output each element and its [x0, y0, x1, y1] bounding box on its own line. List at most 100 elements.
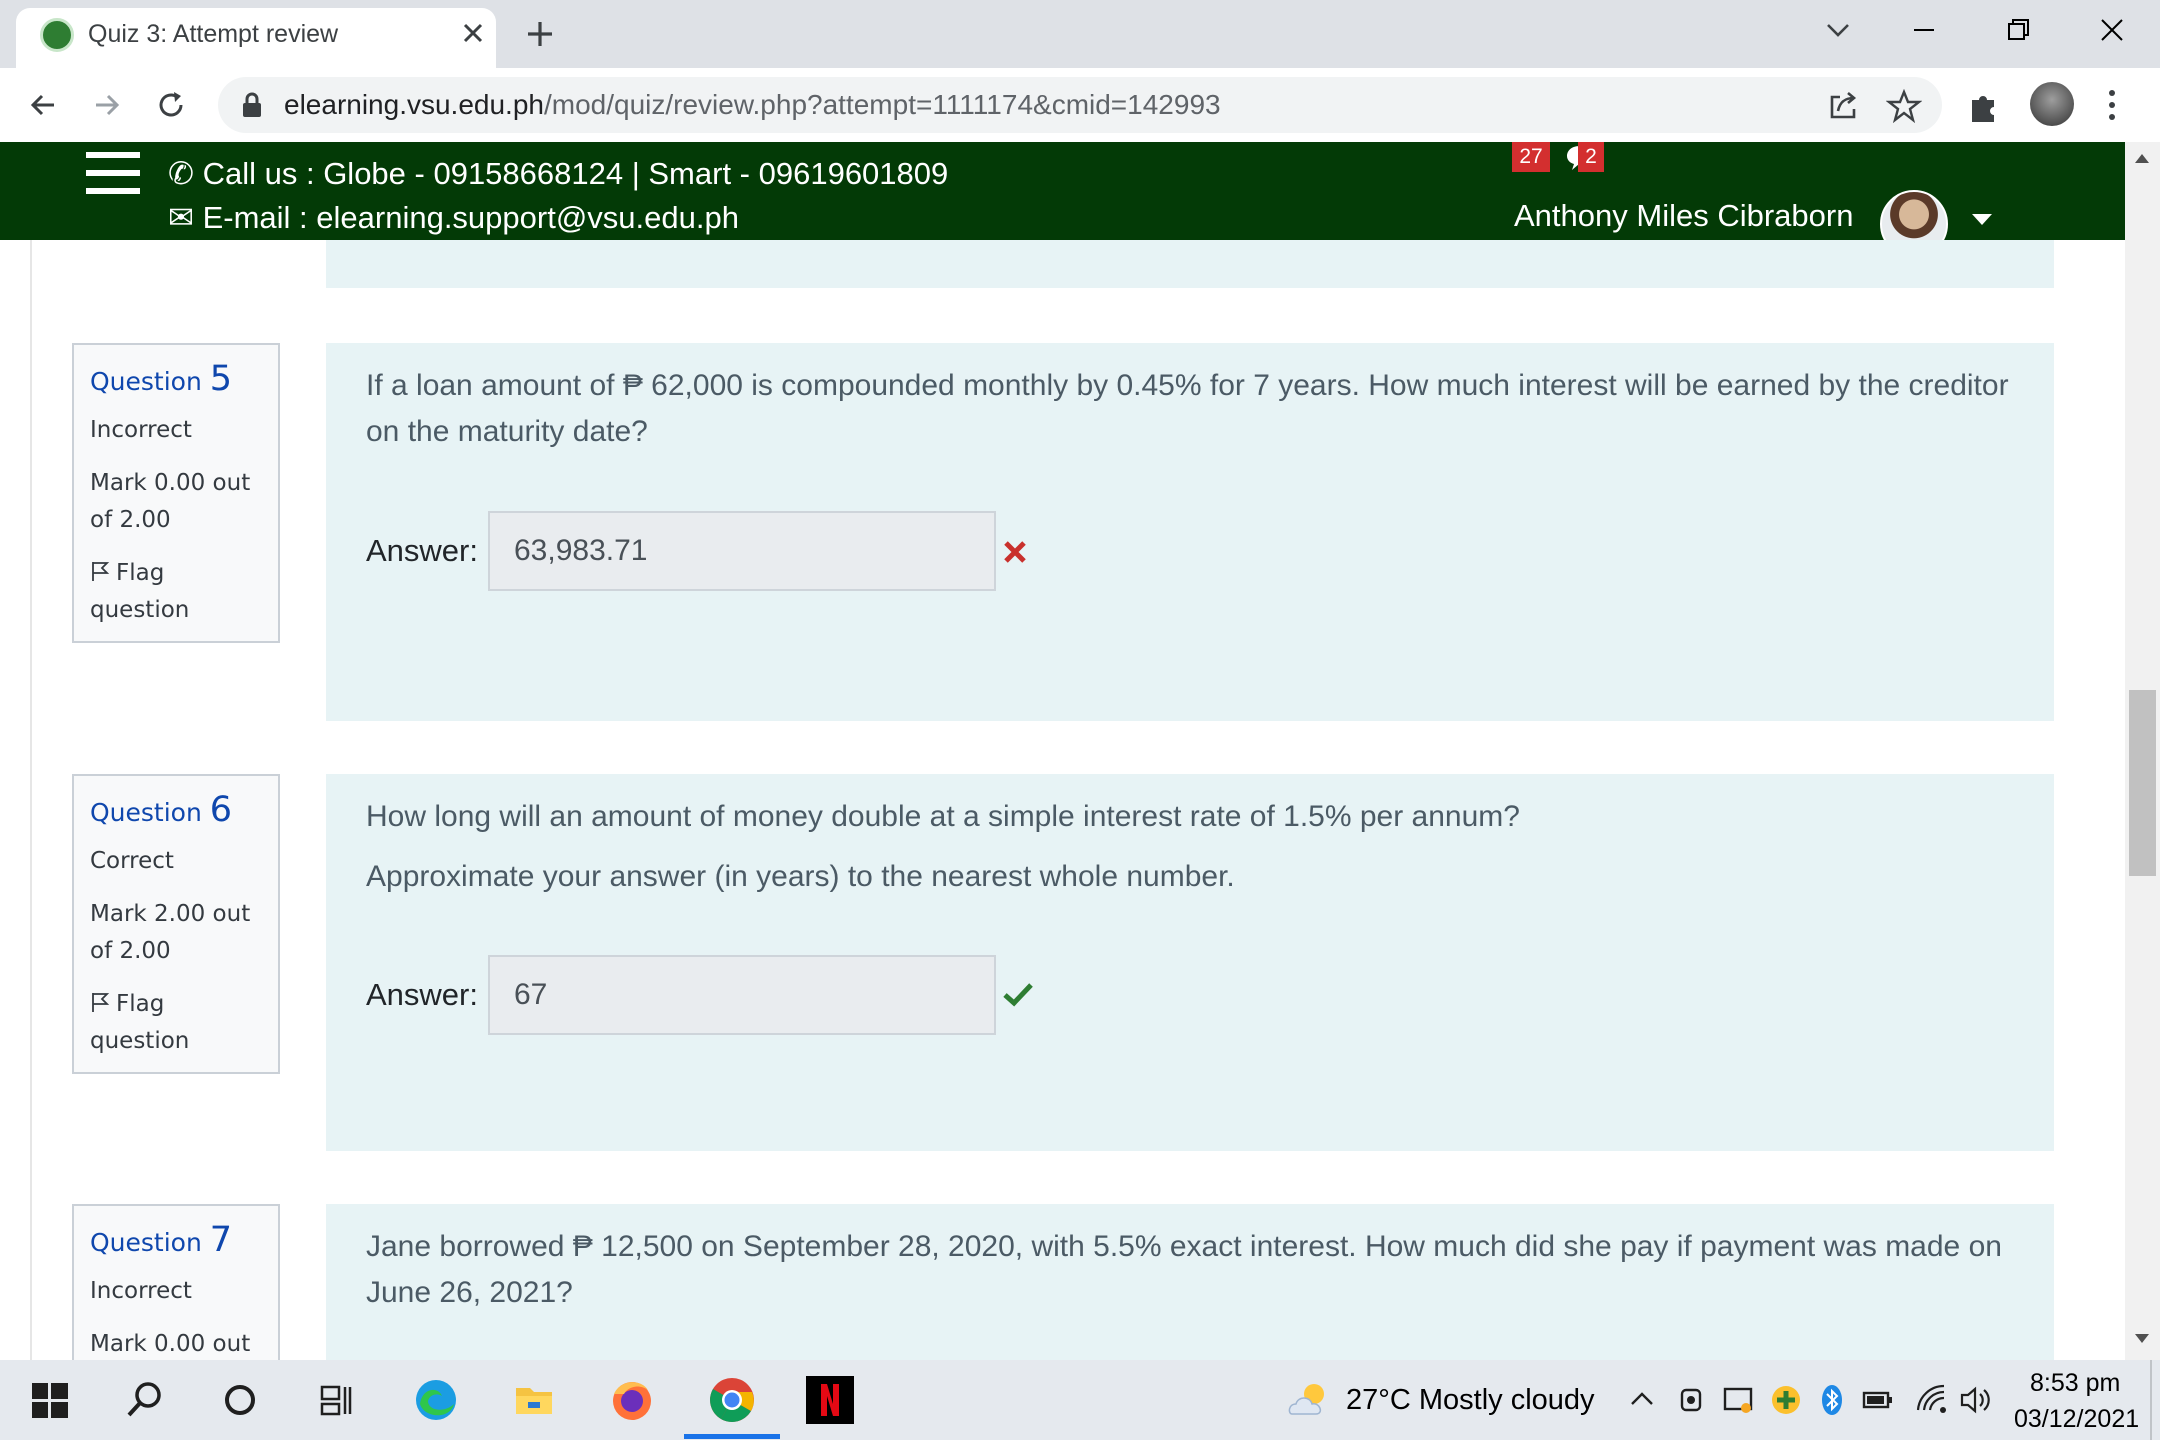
question-formulation-7: Jane borrowed ₱ 12,500 on September 28, … — [326, 1204, 2054, 1360]
bluetooth-icon[interactable] — [1820, 1382, 1844, 1418]
contact-email-text: E-mail : elearning.support@vsu.edu.ph — [202, 200, 739, 235]
previous-question-formulation — [326, 240, 2054, 288]
reload-icon[interactable] — [150, 84, 192, 126]
show-hidden-icons-chevron-icon[interactable] — [1628, 1382, 1656, 1418]
question-number-value: 5 — [209, 359, 233, 399]
contact-phone: ✆ Call us : Globe - 09158668124 | Smart … — [168, 152, 948, 196]
flag-question-link[interactable]: Flag question — [90, 986, 270, 1060]
browser-tab[interactable]: Quiz 3: Attempt review — [16, 8, 496, 68]
question-number: Question 5 — [90, 357, 232, 404]
phone-icon: ✆ — [168, 156, 203, 191]
tab-close-icon[interactable] — [454, 14, 492, 52]
edge-browser-icon[interactable] — [410, 1374, 462, 1426]
url-host: elearning.vsu.edu.ph — [284, 89, 544, 120]
question-text: Jane borrowed ₱ 12,500 on September 28, … — [366, 1224, 2016, 1330]
question-info-7: Question 7 Incorrect Mark 0.00 out — [72, 1204, 280, 1360]
flag-label: Flag — [116, 991, 165, 1017]
question-text: How long will an amount of money double … — [366, 794, 2016, 914]
volume-speaker-icon[interactable] — [1958, 1382, 1994, 1418]
answer-label: Answer: — [366, 533, 478, 568]
wifi-icon[interactable] — [1914, 1382, 1948, 1418]
browser-toolbar: elearning.vsu.edu.ph/mod/quiz/review.php… — [0, 68, 2160, 143]
firefox-icon[interactable] — [606, 1374, 658, 1426]
search-icon[interactable] — [118, 1374, 170, 1426]
clock-date[interactable]: 03/12/2021 — [2014, 1402, 2139, 1436]
grade-line: Mark 0.00 out — [90, 470, 251, 496]
question-text-paragraph: Jane borrowed ₱ 12,500 on September 28, … — [366, 1230, 2002, 1309]
question-info-6: Question 6 Correct Mark 2.00 out of 2.00 … — [72, 774, 280, 1074]
scroll-up-arrow-icon[interactable] — [2135, 154, 2149, 163]
windows-taskbar: 27°C Mostly cloudy 8:53 pm 03/12/2021 — [0, 1360, 2160, 1440]
question-text-paragraph: If a loan amount of ₱ 62,000 is compound… — [366, 369, 2009, 448]
restore-window-icon[interactable] — [1998, 10, 2038, 50]
active-app-indicator — [684, 1434, 780, 1439]
question-label: Question — [90, 1228, 202, 1257]
url-text[interactable]: elearning.vsu.edu.ph/mod/quiz/review.php… — [284, 77, 1221, 133]
contact-email: ✉ E-mail : elearning.support@vsu.edu.ph — [168, 198, 739, 238]
question-number: Question 7 — [90, 1218, 232, 1265]
scroll-down-arrow-icon[interactable] — [2135, 1334, 2149, 1343]
camera-app-icon[interactable] — [1676, 1382, 1706, 1418]
question-text: If a loan amount of ₱ 62,000 is compound… — [366, 363, 2016, 469]
forward-arrow-icon[interactable] — [86, 84, 128, 126]
share-icon[interactable] — [1826, 89, 1862, 123]
grade-line: of 2.00 — [90, 507, 171, 533]
question-formulation-5: If a loan amount of ₱ 62,000 is compound… — [326, 343, 2054, 721]
url-path: /mod/quiz/review.php?attempt=1111174&cmi… — [543, 89, 1221, 120]
question-number: Question 6 — [90, 788, 232, 835]
question-info-5: Question 5 Incorrect Mark 0.00 out of 2.0… — [72, 343, 280, 643]
show-desktop-button[interactable] — [2150, 1360, 2152, 1440]
tab-search-chevron-icon[interactable] — [1818, 10, 1858, 50]
question-state: Incorrect — [90, 417, 192, 443]
question-grade: Mark 0.00 out — [90, 1326, 270, 1360]
weather-cloud-icon[interactable] — [1286, 1378, 1334, 1422]
flag-icon — [92, 993, 110, 1012]
windows-start-icon[interactable] — [24, 1374, 76, 1426]
contact-phone-text: Call us : Globe - 09158668124 | Smart - … — [202, 156, 949, 191]
close-window-icon[interactable] — [2092, 10, 2132, 50]
question-number-value: 6 — [209, 790, 233, 830]
minimize-icon[interactable] — [1904, 10, 1944, 50]
weather-text[interactable]: 27°C Mostly cloudy — [1346, 1376, 1595, 1424]
monitor-app-icon[interactable] — [1722, 1382, 1754, 1418]
cortana-circle-icon[interactable] — [214, 1374, 266, 1426]
extensions-puzzle-icon[interactable] — [1966, 90, 2000, 124]
hamburger-menu-icon[interactable] — [86, 152, 140, 194]
incorrect-x-icon — [1004, 541, 1026, 563]
question-grade: Mark 0.00 out of 2.00 — [90, 465, 270, 539]
user-menu-caret-icon[interactable] — [1972, 214, 1992, 225]
file-explorer-icon[interactable] — [508, 1374, 560, 1426]
flag-label: question — [90, 1028, 190, 1054]
answer-label: Answer: — [366, 977, 478, 1012]
task-view-icon[interactable] — [310, 1374, 362, 1426]
flag-question-link[interactable]: Flag question — [90, 555, 270, 629]
flag-icon — [92, 562, 110, 581]
envelope-icon: ✉ — [168, 200, 203, 235]
lock-icon[interactable] — [240, 91, 264, 119]
back-arrow-icon[interactable] — [22, 84, 64, 126]
question-label: Question — [90, 798, 202, 827]
grade-line: Mark 0.00 out — [90, 1331, 251, 1357]
address-bar[interactable]: elearning.vsu.edu.ph/mod/quiz/review.php… — [218, 77, 1942, 133]
message-count-badge[interactable]: 2 — [1578, 142, 1604, 172]
clock-time[interactable]: 8:53 pm — [2030, 1366, 2120, 1400]
question-state: Correct — [90, 848, 174, 874]
answer-input[interactable]: 63,983.71 — [488, 511, 996, 591]
notification-count-badge[interactable]: 27 — [1512, 142, 1550, 172]
site-favicon-icon — [40, 18, 74, 52]
browser-profile-avatar[interactable] — [2030, 82, 2074, 126]
netflix-icon[interactable] — [804, 1374, 856, 1426]
scrollbar-thumb[interactable] — [2129, 690, 2156, 876]
new-tab-icon[interactable] — [520, 14, 560, 54]
browser-menu-kebab-icon[interactable] — [2104, 88, 2120, 122]
page-content: Question 5 Incorrect Mark 0.00 out of 2.0… — [0, 240, 2125, 1360]
site-header: ✆ Call us : Globe - 09158668124 | Smart … — [0, 142, 2125, 258]
bookmark-star-icon[interactable] — [1886, 89, 1922, 123]
battery-icon[interactable] — [1862, 1382, 1894, 1418]
user-name[interactable]: Anthony Miles Cibraborn — [1514, 194, 1853, 238]
flag-label: Flag — [116, 560, 165, 586]
security-shield-plus-icon[interactable] — [1770, 1382, 1802, 1418]
page-scrollbar[interactable] — [2125, 142, 2160, 1360]
answer-input[interactable]: 67 — [488, 955, 996, 1035]
chrome-icon[interactable] — [706, 1374, 758, 1426]
